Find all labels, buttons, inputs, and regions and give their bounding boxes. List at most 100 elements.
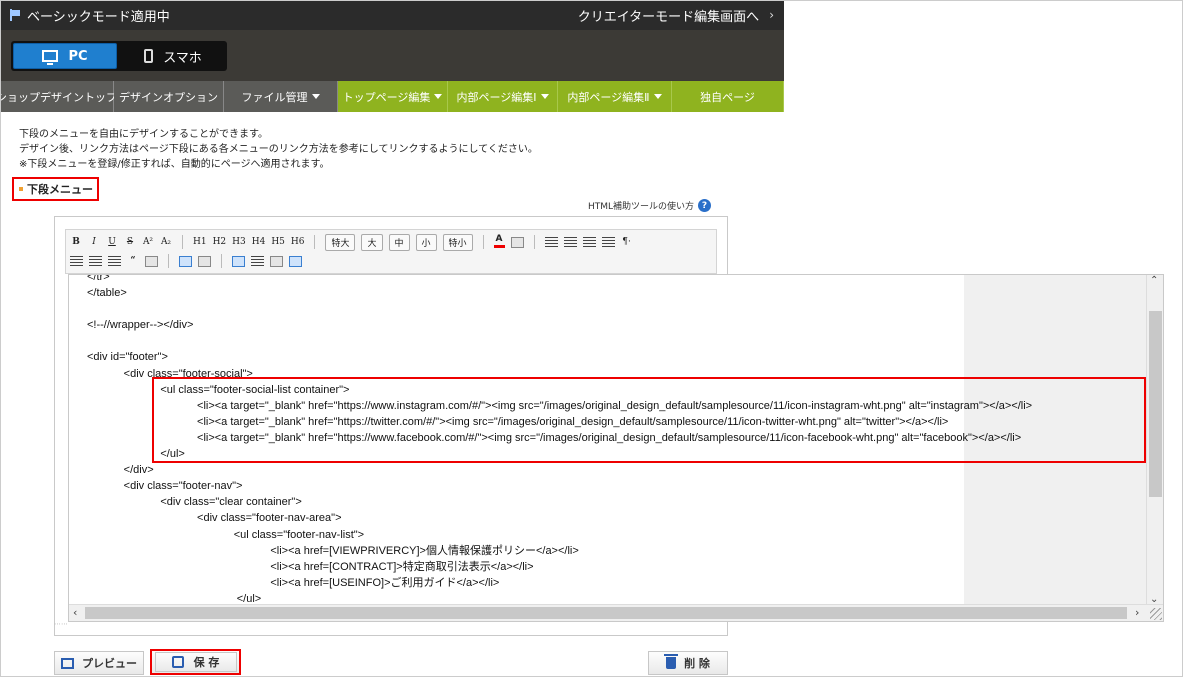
bold-button[interactable]: B [70, 237, 82, 247]
tab-label: 内部ページ編集Ⅱ [567, 90, 650, 104]
code-line[interactable]: <div class="footer-nav"> [87, 478, 1032, 494]
scroll-up-icon[interactable]: ⌃ [1150, 275, 1158, 286]
code-line[interactable]: <div id="footer"> [87, 349, 1032, 365]
code-line[interactable]: <div class="footer-nav-area"> [87, 510, 1032, 526]
code-line[interactable]: </div> [87, 462, 1032, 478]
h4-button[interactable]: H4 [252, 237, 266, 247]
tab-design-option[interactable]: デザインオプション [114, 81, 224, 112]
unlink-icon[interactable] [145, 255, 158, 267]
toolbar-divider [168, 254, 169, 268]
section-title: 下段メニュー [12, 177, 99, 201]
horizontal-rule-icon[interactable] [251, 255, 264, 267]
creator-mode-label[interactable]: クリエイターモード編集画面へ [578, 6, 759, 25]
paragraph-icon[interactable]: ¶· [621, 237, 633, 247]
code-line[interactable] [87, 333, 1032, 349]
scroll-right-icon[interactable]: › [1135, 606, 1139, 619]
code-line[interactable]: <li><a href=[VIEWPRIVERCY]>個人情報保護ポリシー</a… [87, 543, 1032, 559]
align-justify-icon[interactable] [601, 236, 615, 248]
size-xs-button[interactable]: 特小 [442, 233, 473, 251]
tab-original-page[interactable]: 独自ページ [672, 81, 784, 112]
save-button[interactable]: 保 存 [154, 652, 237, 672]
vertical-scrollbar[interactable]: ⌃ ⌄ [1146, 275, 1163, 605]
italic-button[interactable]: I [88, 237, 100, 247]
pc-button[interactable]: PC [13, 43, 117, 69]
save-button-highlight: 保 存 [150, 649, 241, 675]
help-icon[interactable]: ? [698, 199, 712, 212]
h1-button[interactable]: H1 [193, 237, 207, 247]
bullet-list-icon[interactable] [70, 255, 83, 267]
table-icon[interactable] [232, 255, 245, 267]
flag-icon [10, 9, 21, 21]
tab-top-page-edit[interactable]: トップページ編集 [338, 81, 448, 112]
caret-down-icon [653, 94, 662, 99]
tab-inner-page-edit-2[interactable]: 内部ページ編集Ⅱ [558, 81, 672, 112]
scroll-thumb[interactable] [1149, 311, 1162, 497]
horizontal-scrollbar[interactable]: ‹ › [69, 604, 1163, 621]
code-line[interactable]: </tr> [87, 275, 1032, 285]
subscript-button[interactable]: A₂ [160, 237, 172, 247]
scroll-thumb[interactable] [85, 607, 1127, 619]
bullet-icon [19, 187, 23, 191]
size-s-button[interactable]: 小 [415, 233, 437, 251]
description-line: 下段のメニューを自由にデザインすることができます。 [19, 129, 268, 140]
smartphone-button[interactable]: スマホ [119, 41, 227, 71]
toolbar-row: B I U S A² A₂ H1 H2 H3 H4 H5 H6 特大 大 中 小… [70, 233, 633, 251]
link-icon[interactable] [198, 255, 211, 267]
html-help-label[interactable]: HTML補助ツールの使い方 [588, 199, 694, 212]
code-line[interactable]: <li><a href=[CONTRACT]>特定商取引法表示</a></li> [87, 559, 1032, 575]
background-color-icon[interactable] [510, 236, 524, 248]
insert-icon[interactable] [270, 255, 283, 267]
device-toggle: PC スマホ [11, 41, 227, 71]
toolbar-divider [221, 254, 222, 268]
section-title-label: 下段メニュー [27, 183, 93, 196]
code-line[interactable]: <ul class="footer-nav-list"> [87, 527, 1032, 543]
tab-label: トップページ編集 [342, 90, 431, 104]
size-xl-button[interactable]: 特大 [325, 233, 356, 251]
superscript-button[interactable]: A² [142, 237, 154, 247]
align-right-icon[interactable] [582, 236, 596, 248]
preview-button[interactable]: プレビュー [54, 651, 144, 675]
description-line: デザイン後、リンク方法はページ下段にある各メニューのリンク方法を参考にしてリンク… [19, 144, 538, 155]
code-line[interactable] [87, 301, 1032, 317]
indent-icon[interactable] [108, 255, 121, 267]
toolbar-row: “ [70, 252, 302, 270]
design-nav: ショップデザイントップ デザインオプション ファイル管理 トップページ編集 内部… [0, 81, 784, 112]
toolbar-divider [314, 235, 316, 249]
tab-file-management[interactable]: ファイル管理 [224, 81, 338, 112]
creator-mode-link[interactable]: クリエイターモード編集画面へ › [578, 6, 774, 25]
code-line[interactable]: <!--//wrapper--></div> [87, 317, 1032, 333]
tab-shop-design-top[interactable]: ショップデザイントップ [0, 81, 117, 112]
highlight-box [152, 377, 1146, 463]
h5-button[interactable]: H5 [271, 237, 285, 247]
numbered-list-icon[interactable] [89, 255, 102, 267]
blockquote-icon[interactable]: “ [127, 256, 139, 266]
h6-button[interactable]: H6 [291, 237, 305, 247]
editor-resize-handle[interactable]: ⋯⋯ [54, 620, 84, 628]
text-color-icon[interactable] [493, 234, 505, 248]
editor-toolbar: B I U S A² A₂ H1 H2 H3 H4 H5 H6 特大 大 中 小… [65, 229, 717, 274]
code-line[interactable]: <div class="clear container"> [87, 494, 1032, 510]
html-help-link[interactable]: HTML補助ツールの使い方 ? [588, 199, 712, 212]
device-bar: PC スマホ [0, 30, 784, 81]
tab-inner-page-edit-1[interactable]: 内部ページ編集Ⅰ [448, 81, 558, 112]
code-line[interactable]: <li><a href=[USEINFO]>ご利用ガイド</a></li> [87, 575, 1032, 591]
mode-indicator: ベーシックモード適用中 [10, 6, 170, 25]
underline-button[interactable]: U [106, 237, 118, 247]
strikethrough-button[interactable]: S [124, 237, 136, 247]
source-icon[interactable] [289, 255, 302, 267]
description: 下段のメニューを自由にデザインすることができます。 デザイン後、リンク方法はペー… [19, 127, 538, 172]
top-header: ベーシックモード適用中 クリエイターモード編集画面へ › [0, 0, 784, 30]
align-center-icon[interactable] [563, 236, 577, 248]
preview-icon [61, 657, 74, 669]
resize-grip-icon[interactable] [1150, 608, 1162, 620]
h3-button[interactable]: H3 [232, 237, 246, 247]
code-line[interactable]: </table> [87, 285, 1032, 301]
toolbar-divider [482, 235, 484, 249]
align-left-icon[interactable] [544, 236, 558, 248]
h2-button[interactable]: H2 [213, 237, 227, 247]
scroll-left-icon[interactable]: ‹ [73, 606, 77, 619]
image-icon[interactable] [179, 255, 192, 267]
size-l-button[interactable]: 大 [361, 233, 383, 251]
delete-button[interactable]: 削 除 [648, 651, 728, 675]
size-m-button[interactable]: 中 [388, 233, 410, 251]
